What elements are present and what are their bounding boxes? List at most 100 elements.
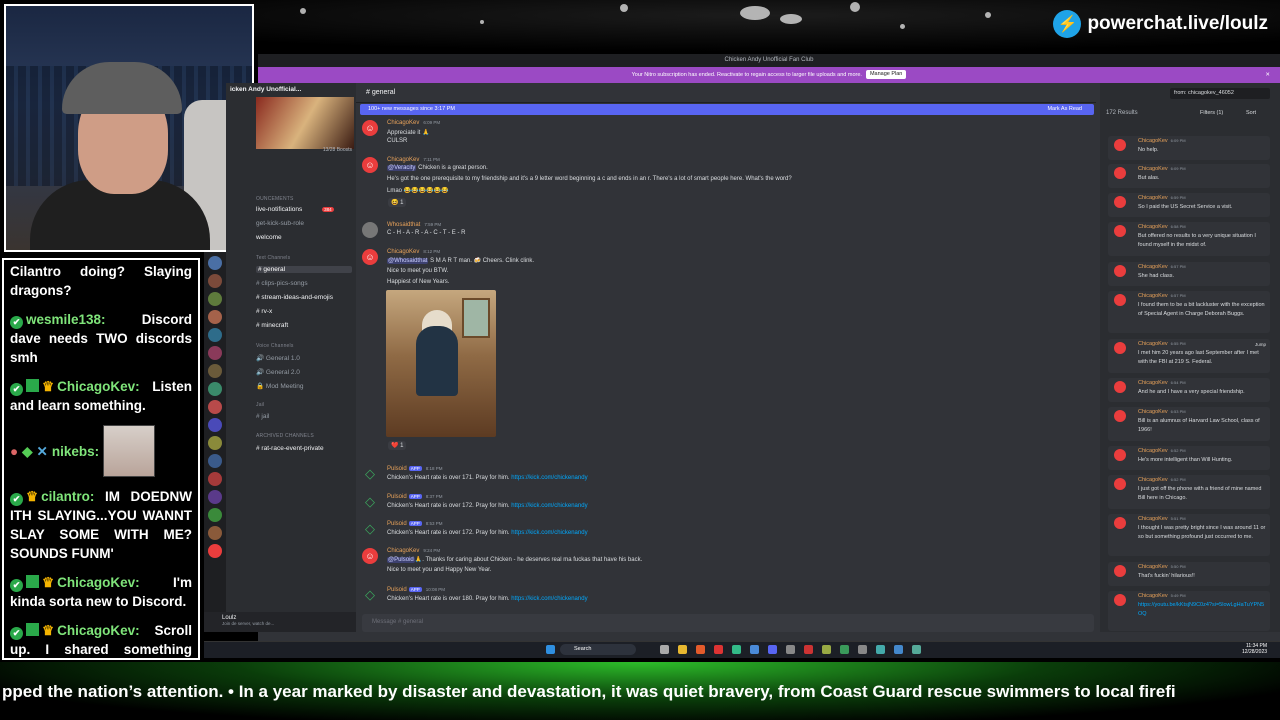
server-icon[interactable] (208, 544, 222, 558)
search-result[interactable]: ChicagoKev 6:57 PM I found them to be a bi… (1108, 291, 1270, 333)
app-icon[interactable] (894, 645, 903, 654)
windows-taskbar (204, 641, 1280, 658)
voice-general-1[interactable]: 🔊 General 1.0 (256, 354, 300, 362)
reaction-button[interactable]: 😆 1 (388, 198, 407, 207)
channel-get-kick-sub-role[interactable]: get-kick-sub-role (256, 220, 304, 227)
search-result[interactable]: ChicagoKev 5:51 PM I thought I was pretty … (1108, 514, 1270, 556)
server-icon[interactable] (208, 256, 222, 270)
server-icon[interactable] (208, 400, 222, 414)
manage-plan-button[interactable]: Manage Plan (865, 70, 907, 79)
server-icon[interactable] (208, 418, 222, 432)
server-icon[interactable] (208, 472, 222, 486)
lightning-icon: ⚡ (1053, 10, 1082, 38)
app-icon[interactable] (750, 645, 759, 654)
channel-welcome[interactable]: welcome (256, 234, 282, 241)
server-banner (256, 97, 354, 149)
taskbar-clock[interactable]: 11:34 PM 12/28/2023 (1242, 643, 1267, 655)
filters-button[interactable]: Filters (1) (1200, 110, 1223, 116)
app-icon[interactable] (840, 645, 849, 654)
search-result[interactable]: ChicagoKev 6:53 PM Bill is an alumnus of H… (1108, 407, 1270, 441)
server-icon[interactable] (208, 490, 222, 504)
voice-mod-meeting[interactable]: 🔒 Mod Meeting (256, 382, 303, 390)
server-icon[interactable] (208, 436, 222, 450)
discord-avatar-icon (1114, 294, 1126, 306)
server-name[interactable]: icken Andy Unofficial... (226, 83, 356, 97)
search-result[interactable]: ChicagoKev 6:59 PM So I paid the US Secret… (1108, 193, 1270, 217)
mark-as-read-button[interactable]: Mark As Read (1047, 106, 1082, 112)
channel-rat-race[interactable]: # rat-race-event-private (256, 445, 324, 452)
category-archived[interactable]: ARCHIVED CHANNELS (256, 433, 314, 439)
channel-live-notifications[interactable]: live-notifications 384 (256, 206, 334, 213)
channel-general[interactable]: # general (256, 266, 352, 273)
jump-button[interactable]: Jump (1255, 342, 1266, 347)
category-voice-channels[interactable]: Voice Channels (256, 343, 294, 349)
message-input[interactable]: Message # general (362, 614, 1094, 632)
server-icon[interactable] (208, 454, 222, 468)
kick-link[interactable]: https://kick.com/chickenandy (511, 503, 587, 509)
server-icon[interactable] (208, 310, 222, 324)
server-icon[interactable] (208, 274, 222, 288)
folder-icon[interactable] (678, 645, 687, 654)
search-input[interactable]: from: chicagokev_46052 (1170, 88, 1270, 99)
kick-link[interactable]: https://kick.com/chickenandy (511, 596, 587, 602)
taskbar-search[interactable]: Search (560, 644, 636, 655)
close-icon[interactable]: ✕ (1265, 67, 1270, 83)
category-text-channels[interactable]: Text Channels (256, 255, 290, 261)
search-result[interactable]: ChicagoKev 6:55 PM I met him 20 years ago … (1108, 339, 1270, 373)
verified-badge-icon: ✔ (10, 316, 23, 329)
search-result[interactable]: ChicagoKev 6:09 PM No help. (1108, 136, 1270, 160)
kick-link[interactable]: https://kick.com/chickenandy (511, 530, 587, 536)
category-jail[interactable]: Jail (256, 402, 264, 408)
crown-icon: ♛ (26, 489, 39, 504)
channel-minecraft[interactable]: # minecraft (256, 322, 288, 329)
channel-jail[interactable]: # jail (256, 413, 269, 420)
server-icon[interactable] (208, 526, 222, 540)
stream-chat: Cilantro doing? Slaying dragons? ✔ wesmil… (2, 258, 200, 660)
category-announcements[interactable]: OUNCEMENTS (256, 196, 294, 202)
search-result[interactable]: ChicagoKev 6:58 PM But offered no results … (1108, 222, 1270, 256)
voice-general-2[interactable]: 🔊 General 2.0 (256, 368, 300, 376)
user-panel[interactable]: Loulz Join de server, watch de... (204, 612, 356, 632)
app-icon[interactable] (912, 645, 921, 654)
browser-icon[interactable] (714, 645, 723, 654)
reaction-button[interactable]: ❤️ 1 (388, 441, 407, 450)
server-icon[interactable] (208, 346, 222, 360)
discord-avatar-icon (1114, 225, 1126, 237)
server-icon[interactable] (208, 328, 222, 342)
subscriber-badge-icon (26, 623, 39, 636)
search-result[interactable]: ChicagoKev 6:09 PM But alas. (1108, 164, 1270, 188)
discord-icon[interactable] (768, 645, 777, 654)
pulsoid-icon: ◇ (365, 494, 375, 509)
channel-clips-pics-songs[interactable]: # clips-pics-songs (256, 280, 308, 287)
task-view-icon[interactable] (660, 645, 669, 654)
app-icon[interactable] (732, 645, 741, 654)
discord-avatar-icon (1114, 410, 1126, 422)
search-result[interactable]: ChicagoKev 6:54 PM And he and I have a ver… (1108, 378, 1270, 402)
app-icon[interactable] (822, 645, 831, 654)
server-icon[interactable] (208, 292, 222, 306)
nitro-notice: Your Nitro subscription has ended. React… (258, 67, 1280, 83)
windows-start-icon[interactable] (546, 645, 555, 654)
app-icon[interactable] (786, 645, 795, 654)
attached-photo[interactable] (386, 290, 496, 437)
new-messages-bar[interactable]: 100+ new messages since 3:17 PM Mark As … (360, 104, 1094, 115)
app-icon[interactable] (876, 645, 885, 654)
youtube-link[interactable]: https://youtu.be/kKtsjN9C0z4?si=5lowLgHa… (1138, 602, 1264, 617)
server-icon[interactable] (208, 382, 222, 396)
hash-icon: # (366, 89, 370, 96)
app-icon[interactable] (804, 645, 813, 654)
app-icon[interactable] (858, 645, 867, 654)
kick-link[interactable]: https://kick.com/chickenandy (511, 475, 587, 481)
channel-rv-x[interactable]: # rv-x (256, 308, 272, 315)
search-result[interactable]: ChicagoKev 6:52 PM He's more intelligent t… (1108, 446, 1270, 470)
sort-button[interactable]: Sort (1246, 110, 1256, 116)
search-result[interactable]: ChicagoKev 6:57 PM She had class. (1108, 262, 1270, 286)
channel-stream-ideas[interactable]: # stream-ideas-and-emojis (256, 294, 333, 301)
boost-progress[interactable]: 13/28 Boosts (258, 147, 352, 153)
search-result[interactable]: ChicagoKev 5:50 PM That's fuckin' hilariou… (1108, 562, 1270, 586)
app-icon[interactable] (696, 645, 705, 654)
server-icon[interactable] (208, 364, 222, 378)
search-result[interactable]: ChicagoKev 6:52 PM I just got off the phon… (1108, 475, 1270, 509)
server-icon[interactable] (208, 508, 222, 522)
search-result[interactable]: ChicagoKev 5:49 PM https://youtu.be/kKtsjN… (1108, 591, 1270, 631)
